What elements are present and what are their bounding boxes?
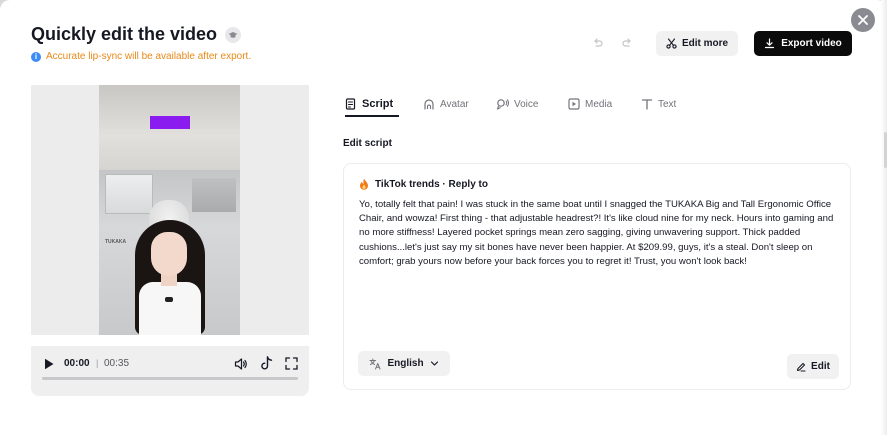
edit-more-label: Edit more — [681, 38, 729, 49]
active-tab-indicator — [345, 115, 399, 117]
close-button[interactable] — [851, 8, 875, 32]
play-icon[interactable] — [44, 358, 54, 370]
current-time: 00:00 — [64, 358, 90, 369]
graduation-cap-icon[interactable] — [225, 26, 242, 43]
translate-icon — [369, 358, 381, 369]
close-icon — [858, 15, 868, 25]
download-icon — [765, 38, 775, 49]
page-title: Quickly edit the video — [31, 24, 242, 45]
edit-more-button[interactable]: Edit more — [656, 31, 738, 56]
purple-overlay-bar — [150, 116, 190, 129]
edit-script-label: Edit — [811, 361, 830, 372]
tab-text-label: Text — [658, 98, 677, 110]
tab-avatar-label: Avatar — [440, 98, 469, 110]
avatar-body — [139, 282, 201, 335]
video-room-scene: TUKAKA — [99, 170, 240, 335]
fire-icon — [360, 178, 368, 190]
language-label: English — [387, 358, 424, 369]
tab-avatar[interactable]: Avatar — [423, 92, 469, 116]
tab-media[interactable]: Media — [568, 92, 612, 116]
duration: 00:35 — [104, 358, 130, 369]
language-selector[interactable]: English — [358, 351, 450, 376]
video-preview[interactable]: TUKAKA — [31, 85, 309, 335]
edit-script-button[interactable]: Edit — [787, 354, 839, 379]
video-player-controls: 00:00 | 00:35 — [31, 346, 309, 396]
tab-text[interactable]: Text — [641, 92, 676, 116]
fullscreen-icon[interactable] — [285, 357, 298, 370]
script-text[interactable]: Yo, totally felt that pain! I was stuck … — [359, 198, 839, 269]
export-video-button[interactable]: Export video — [754, 31, 852, 56]
tab-script[interactable]: Script — [345, 92, 399, 117]
room-window — [105, 174, 153, 214]
chevron-down-icon — [430, 361, 438, 366]
quick-edit-modal: Quickly edit the video i Accurate lip-sy… — [0, 0, 887, 435]
video-frame: TUKAKA — [99, 85, 240, 335]
scissors-icon — [666, 38, 677, 49]
tab-voice-label: Voice — [514, 98, 539, 110]
script-icon — [345, 98, 356, 110]
avatar-icon — [424, 99, 434, 110]
edit-script-heading: Edit script — [343, 138, 392, 149]
tab-script-label: Script — [362, 98, 394, 110]
tab-media-label: Media — [585, 98, 613, 110]
script-title: TikTok trends · Reply to — [359, 178, 488, 190]
lip-sync-notice: i Accurate lip-sync will be available af… — [31, 51, 251, 62]
page-title-text: Quickly edit the video — [31, 24, 218, 44]
progress-bar[interactable] — [42, 377, 298, 380]
avatar-face — [151, 232, 187, 276]
tab-voice[interactable]: Voice — [496, 92, 538, 116]
volume-icon[interactable] — [234, 357, 248, 371]
brand-logo-text: TUKAKA — [105, 239, 127, 245]
export-video-label: Export video — [781, 38, 842, 49]
lip-sync-notice-text: Accurate lip-sync will be available afte… — [46, 51, 252, 62]
redo-icon[interactable] — [621, 37, 633, 49]
media-icon — [568, 98, 580, 110]
window-edge — [881, 0, 887, 435]
time-separator: | — [96, 358, 99, 368]
editor-tabs: Script Avatar Voice Media Text — [343, 92, 853, 117]
tiktok-icon[interactable] — [260, 356, 273, 371]
pencil-icon — [796, 362, 806, 372]
info-icon: i — [31, 51, 41, 62]
avatar-microphone — [165, 297, 173, 302]
script-card: TikTok trends · Reply to Yo, totally fel… — [343, 163, 851, 390]
room-shelf — [192, 178, 236, 212]
script-title-text: TikTok trends · Reply to — [375, 178, 488, 190]
text-icon — [641, 99, 653, 110]
undo-icon[interactable] — [592, 37, 604, 49]
voice-icon — [496, 99, 509, 110]
